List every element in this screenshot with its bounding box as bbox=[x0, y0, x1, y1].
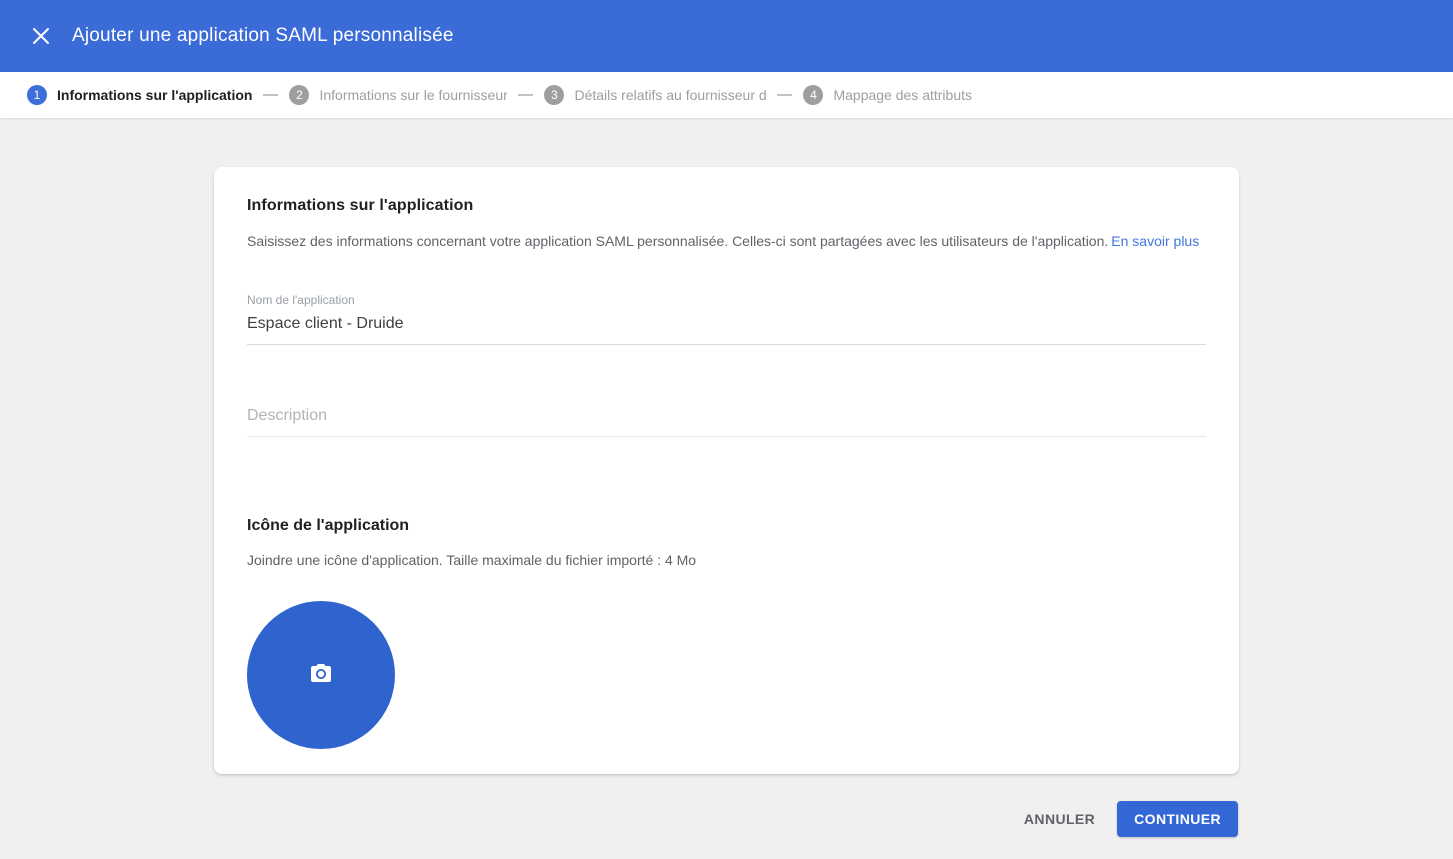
stepper-step-2: 2 Informations sur le fournisseur bbox=[289, 85, 507, 105]
step-separator bbox=[518, 94, 533, 96]
continue-button[interactable]: CONTINUER bbox=[1117, 801, 1238, 837]
step-separator bbox=[263, 94, 278, 96]
cancel-button[interactable]: ANNULER bbox=[1014, 803, 1105, 835]
app-icon-upload-button[interactable] bbox=[247, 601, 395, 749]
icon-section-description: Joindre une icône d'application. Taille … bbox=[247, 552, 1206, 568]
step-2-label: Informations sur le fournisseur bbox=[319, 87, 507, 103]
app-name-field: Nom de l'application bbox=[247, 293, 1206, 345]
stepper-step-4: 4 Mappage des attributs bbox=[803, 85, 972, 105]
footer-actions: ANNULER CONTINUER bbox=[0, 774, 1453, 837]
description-field bbox=[247, 407, 1206, 437]
learn-more-link[interactable]: En savoir plus bbox=[1111, 233, 1199, 249]
section-description-text: Saisissez des informations concernant vo… bbox=[247, 233, 1108, 249]
step-4-badge: 4 bbox=[803, 85, 823, 105]
step-3-label: Détails relatifs au fournisseur de bbox=[574, 87, 766, 103]
close-button[interactable] bbox=[24, 19, 58, 53]
section-description: Saisissez des informations concernant vo… bbox=[247, 231, 1206, 251]
app-name-input[interactable] bbox=[247, 315, 1206, 333]
stepper-step-1: 1 Informations sur l'application bbox=[27, 85, 252, 105]
stepper: 1 Informations sur l'application 2 Infor… bbox=[0, 72, 1453, 119]
camera-icon bbox=[309, 662, 333, 689]
step-4-label: Mappage des attributs bbox=[833, 87, 972, 103]
description-input[interactable] bbox=[247, 407, 1206, 425]
app-name-label: Nom de l'application bbox=[247, 293, 1206, 307]
close-icon bbox=[32, 27, 50, 45]
step-1-label: Informations sur l'application bbox=[57, 87, 252, 103]
step-separator bbox=[777, 94, 792, 96]
icon-section-title: Icône de l'application bbox=[247, 517, 1206, 535]
app-details-card: Informations sur l'application Saisissez… bbox=[214, 167, 1239, 774]
step-1-badge: 1 bbox=[27, 85, 47, 105]
section-title: Informations sur l'application bbox=[247, 197, 1206, 215]
stepper-step-3: 3 Détails relatifs au fournisseur de bbox=[544, 85, 766, 105]
step-2-badge: 2 bbox=[289, 85, 309, 105]
step-3-badge: 3 bbox=[544, 85, 564, 105]
dialog-title: Ajouter une application SAML personnalis… bbox=[72, 25, 454, 47]
dialog-header: Ajouter une application SAML personnalis… bbox=[0, 0, 1453, 72]
